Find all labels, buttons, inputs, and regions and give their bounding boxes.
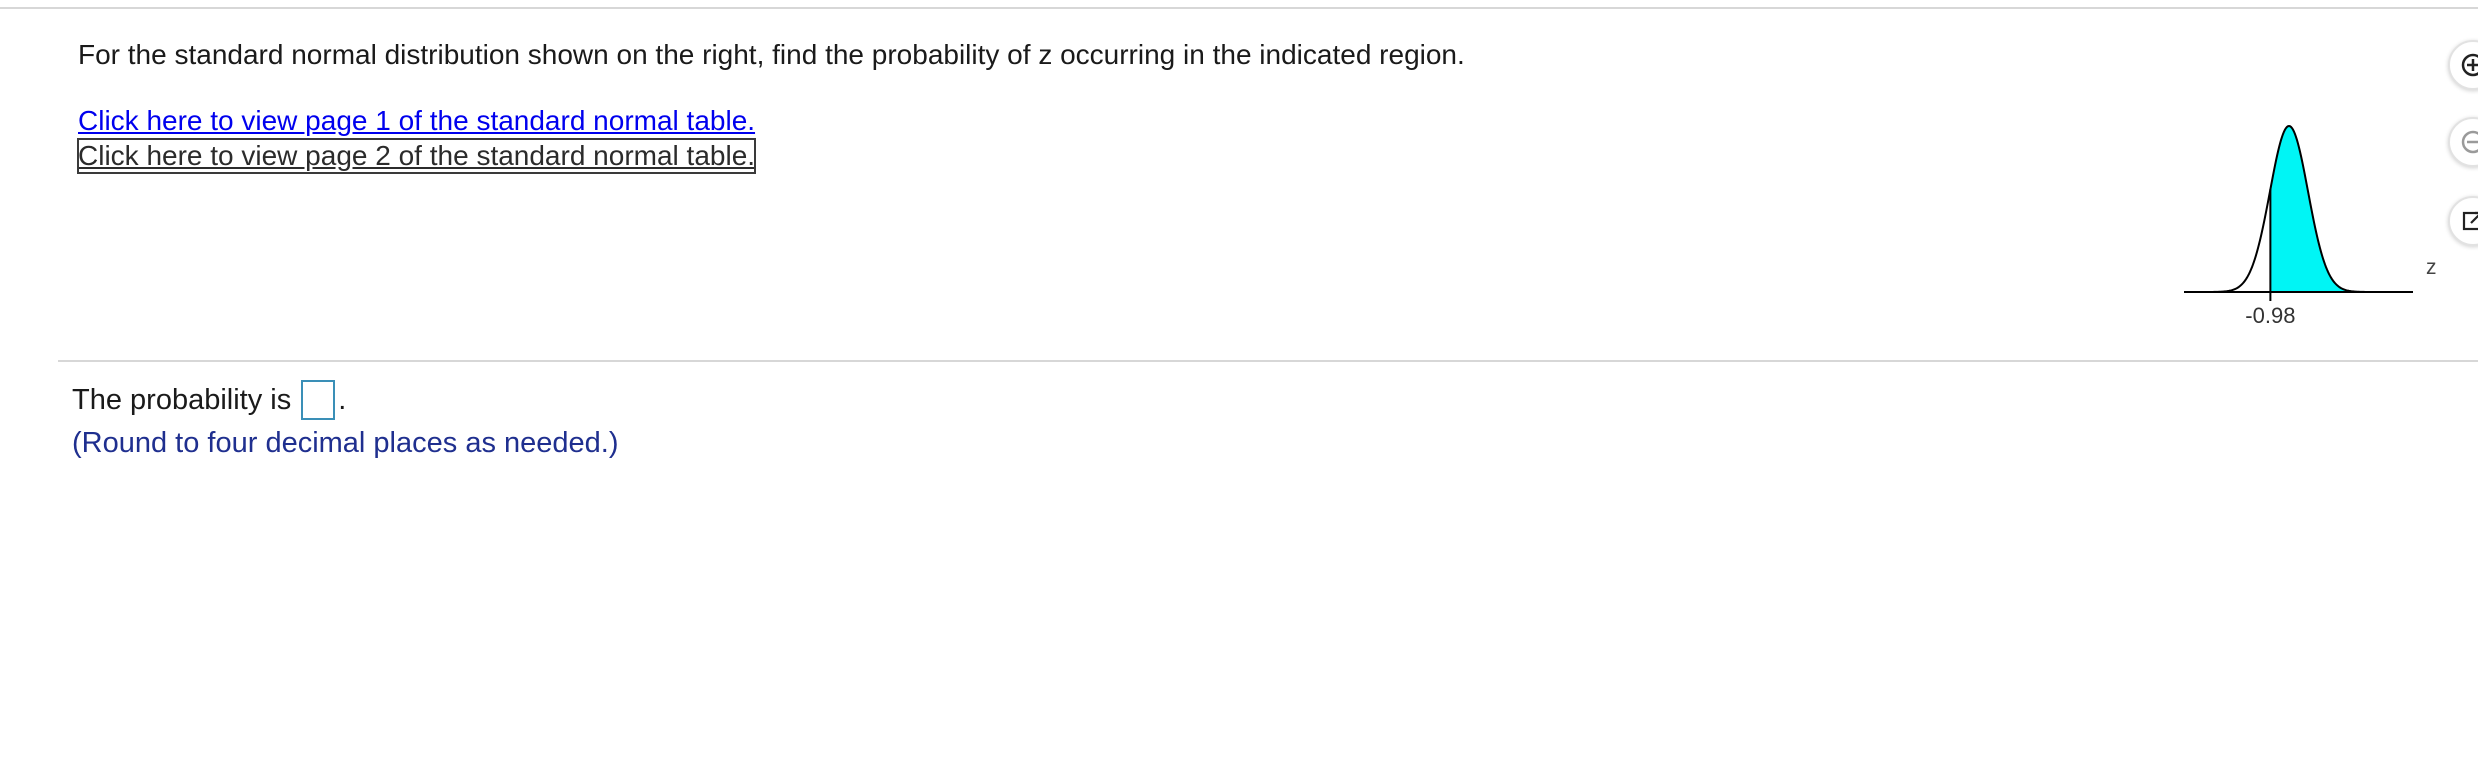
z-axis-label: z [2426,256,2437,279]
standard-normal-table-page-1-link[interactable]: Click here to view page 1 of the standar… [78,104,755,138]
question-text: For the standard normal distribution sho… [78,39,1465,70]
popout-icon [2462,211,2478,231]
standard-normal-table-page-2-link[interactable]: Click here to view page 2 of the standar… [76,138,757,174]
zoom-out-button[interactable] [2448,117,2478,167]
section-divider [58,360,2478,362]
zoom-out-icon [2461,130,2478,154]
shaded-region [2270,126,2413,292]
z-value-label: -0.98 [2245,303,2295,328]
top-divider [0,7,2478,9]
rounding-hint: (Round to four decimal places as needed.… [72,427,619,459]
probability-answer-input[interactable] [301,380,336,420]
answer-prompt: The probability is [72,384,292,416]
popout-button[interactable] [2448,196,2478,246]
zoom-in-icon [2461,53,2478,77]
zoom-in-button[interactable] [2448,40,2478,90]
normal-curve-graphic: z -0.98 [2184,124,2437,328]
answer-suffix: . [338,384,347,416]
answer-line: The probability is . [72,380,346,420]
normal-distribution-figure: z -0.98 [2176,100,2446,340]
